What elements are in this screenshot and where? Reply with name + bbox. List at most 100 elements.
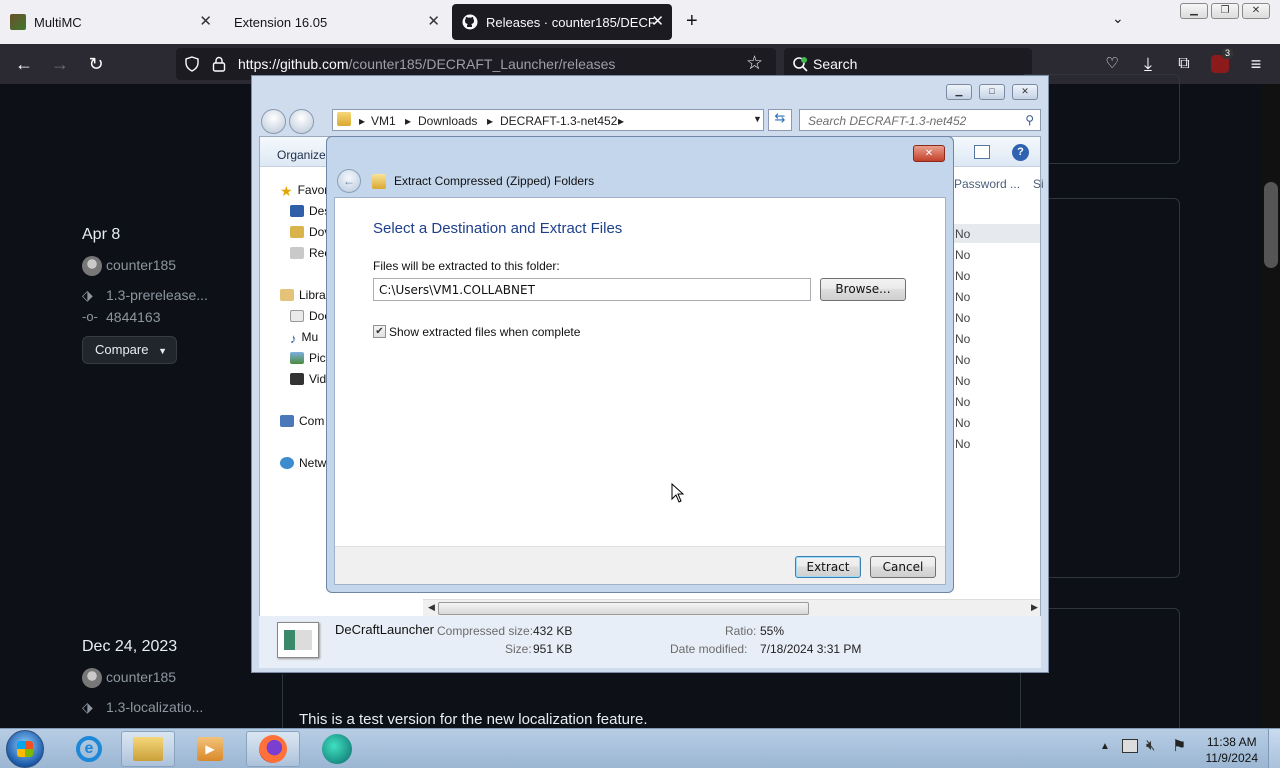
list-tabs-icon[interactable]: ⌄ bbox=[1112, 10, 1124, 27]
menu-icon[interactable]: ≡ bbox=[1244, 52, 1268, 76]
dialog-heading: Select a Destination and Extract Files bbox=[373, 220, 623, 237]
videos-icon bbox=[290, 373, 304, 385]
password-cell: No bbox=[955, 311, 971, 325]
scrollbar-thumb[interactable] bbox=[1264, 182, 1278, 268]
tree-music[interactable]: ♪ Mu bbox=[290, 330, 318, 346]
release-tag[interactable]: 1.3-localizatio... bbox=[106, 699, 203, 715]
file-explorer-icon[interactable] bbox=[121, 731, 175, 767]
reload-icon[interactable]: ↻ bbox=[84, 52, 108, 76]
show-hidden-icons-icon[interactable]: ▲ bbox=[1100, 741, 1110, 752]
close-window-icon[interactable]: ✕ bbox=[1242, 3, 1270, 19]
system-clock[interactable]: 11:38 AM 11/9/2024 bbox=[1206, 734, 1259, 766]
tree-network[interactable]: Netw bbox=[280, 456, 326, 470]
file-thumbnail-icon bbox=[277, 622, 319, 658]
column-header-size[interactable]: Si bbox=[1033, 177, 1044, 191]
tree-pictures[interactable]: Pict bbox=[290, 351, 329, 365]
internet-explorer-icon[interactable]: e bbox=[62, 731, 116, 767]
scroll-right-icon[interactable]: ▶ bbox=[1031, 602, 1038, 613]
close-icon[interactable]: ✕ bbox=[1012, 84, 1038, 100]
tree-libraries[interactable]: Libra bbox=[280, 288, 326, 302]
volume-muted-icon[interactable]: 🔇︎ bbox=[1146, 737, 1155, 754]
ublock-icon[interactable]: 3 bbox=[1208, 48, 1234, 76]
release-commit[interactable]: 4844163 bbox=[106, 309, 161, 325]
dropdown-icon[interactable]: ▼ bbox=[753, 114, 762, 124]
column-header-password[interactable]: Password ... bbox=[954, 177, 1020, 191]
shield-icon[interactable] bbox=[184, 56, 200, 72]
release-tag[interactable]: 1.3-prerelease... bbox=[106, 287, 208, 303]
pocket-icon[interactable]: ♡ bbox=[1100, 52, 1124, 76]
downloads-icon[interactable]: ⤓ bbox=[1136, 52, 1160, 76]
scroll-left-icon[interactable]: ◀ bbox=[428, 602, 435, 613]
browse-button[interactable]: Browse... bbox=[820, 278, 906, 301]
avatar[interactable] bbox=[82, 668, 102, 688]
new-tab-icon[interactable]: + bbox=[686, 10, 698, 33]
maximize-icon[interactable]: □ bbox=[979, 84, 1005, 100]
minimize-icon[interactable]: ▁ bbox=[946, 84, 972, 100]
tab-releases[interactable]: Releases · counter185/DECRAFT ✕ bbox=[452, 4, 672, 40]
breadcrumb-item[interactable]: DECRAFT-1.3-net452 bbox=[500, 114, 617, 128]
breadcrumb-item[interactable]: Downloads bbox=[418, 114, 477, 128]
app-icon[interactable] bbox=[310, 731, 364, 767]
release-author[interactable]: counter185 bbox=[106, 257, 176, 273]
tree-downloads[interactable]: Dov bbox=[290, 225, 330, 239]
tree-recent[interactable]: Rec bbox=[290, 246, 330, 260]
tab-multimc[interactable]: MultiMC ✕ bbox=[0, 4, 220, 40]
show-desktop-button[interactable] bbox=[1268, 729, 1280, 768]
close-icon[interactable]: ✕ bbox=[651, 12, 664, 30]
horizontal-scrollbar[interactable]: ◀ ▶ bbox=[423, 599, 1040, 616]
extensions-icon[interactable]: ⧉ bbox=[1172, 52, 1196, 76]
action-center-icon[interactable] bbox=[1122, 739, 1138, 753]
address-bar[interactable]: ▸ VM1 ▸ Downloads ▸ DECRAFT-1.3-net452 ▸… bbox=[332, 109, 764, 131]
tab-title: MultiMC bbox=[34, 14, 82, 30]
cancel-button[interactable]: Cancel bbox=[870, 556, 936, 578]
extract-button[interactable]: Extract bbox=[795, 556, 861, 578]
dialog-body: Select a Destination and Extract Files F… bbox=[334, 197, 946, 585]
explorer-search-input[interactable]: Search DECRAFT-1.3-net452 ⚲ bbox=[799, 109, 1041, 131]
help-icon[interactable]: ? bbox=[1012, 144, 1029, 161]
tree-favorites[interactable]: ★ Favor bbox=[280, 183, 328, 199]
size-label: Size: bbox=[505, 642, 532, 656]
close-icon[interactable]: ✕ bbox=[427, 12, 440, 30]
close-icon[interactable]: ✕ bbox=[199, 12, 212, 30]
destination-folder-input[interactable] bbox=[373, 278, 811, 301]
tree-desktop[interactable]: Des bbox=[290, 204, 330, 218]
refresh-icon[interactable]: ⇆ bbox=[768, 109, 792, 131]
breadcrumb-sep-icon: ▸ bbox=[618, 114, 625, 128]
firefox-icon[interactable] bbox=[246, 731, 300, 767]
organize-button[interactable]: Organize bbox=[277, 148, 326, 162]
breadcrumb-sep-icon: ▸ bbox=[405, 114, 412, 128]
breadcrumb-item[interactable]: VM1 bbox=[371, 114, 396, 128]
close-icon[interactable]: ✕ bbox=[913, 145, 945, 162]
lock-icon[interactable] bbox=[212, 56, 226, 72]
release-author[interactable]: counter185 bbox=[106, 669, 176, 685]
forward-icon[interactable]: → bbox=[48, 52, 72, 76]
tree-videos[interactable]: Vid bbox=[290, 372, 326, 386]
search-icon bbox=[793, 57, 808, 72]
back-icon[interactable]: ← bbox=[337, 169, 361, 193]
flag-icon[interactable]: ⚑ bbox=[1172, 736, 1186, 756]
tab-extension[interactable]: Extension 16.05 ✕ bbox=[224, 4, 448, 40]
bookmark-star-icon[interactable]: ☆ bbox=[746, 52, 763, 75]
star-icon: ★ bbox=[280, 183, 293, 199]
minimize-icon[interactable]: ▁ bbox=[1180, 3, 1208, 19]
search-icon: ⚲ bbox=[1025, 113, 1034, 127]
checkbox-label[interactable]: Show extracted files when complete bbox=[389, 325, 580, 339]
start-button[interactable] bbox=[6, 730, 44, 768]
back-icon[interactable]: ← bbox=[12, 52, 36, 76]
preview-pane-icon[interactable] bbox=[974, 145, 990, 159]
dialog-title: Extract Compressed (Zipped) Folders bbox=[394, 174, 595, 188]
page-scrollbar[interactable] bbox=[1262, 84, 1280, 728]
url-text[interactable]: https://github.com/counter185/DECRAFT_La… bbox=[238, 56, 615, 72]
back-icon[interactable] bbox=[261, 109, 286, 134]
tree-computer[interactable]: Com bbox=[280, 414, 324, 428]
compare-button[interactable]: Compare ▼ bbox=[82, 336, 177, 364]
media-player-icon[interactable]: ▶ bbox=[183, 731, 237, 767]
forward-icon[interactable] bbox=[289, 109, 314, 134]
tree-documents[interactable]: Doc bbox=[290, 309, 330, 323]
folder-icon bbox=[337, 112, 351, 126]
restore-icon[interactable]: ❐ bbox=[1211, 3, 1239, 19]
show-files-checkbox[interactable]: ✔ bbox=[373, 325, 386, 338]
avatar[interactable] bbox=[82, 256, 102, 276]
scrollbar-thumb[interactable] bbox=[438, 602, 809, 615]
timeline-line bbox=[282, 674, 283, 734]
